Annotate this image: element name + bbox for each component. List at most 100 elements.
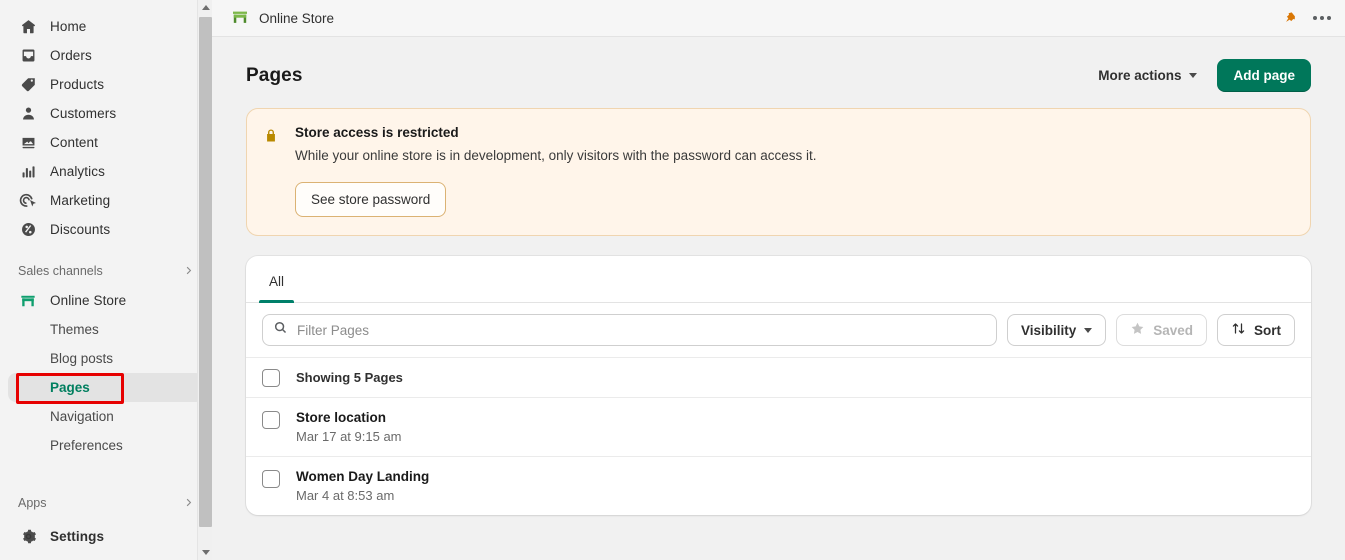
select-all-checkbox[interactable] <box>262 369 280 388</box>
topbar-title: Online Store <box>259 10 335 26</box>
banner-body: Store access is restricted While your on… <box>295 125 817 218</box>
main-area: Online Store Pages More actions Add page <box>212 0 1345 560</box>
sidebar-item-label: Blog posts <box>50 351 114 366</box>
sidebar-item-discounts[interactable]: Discounts <box>8 215 204 244</box>
sidebar-item-blog-posts[interactable]: Blog posts <box>8 344 204 373</box>
tab-all[interactable]: All <box>259 274 295 304</box>
sort-arrows-icon <box>1231 321 1246 339</box>
row-content: Women Day Landing Mar 4 at 8:53 am <box>296 469 429 503</box>
sidebar-item-marketing[interactable]: Marketing <box>8 186 204 215</box>
app-root: Home Orders Products Customers Content A… <box>0 0 1345 560</box>
gear-icon <box>18 527 38 547</box>
page-content: Pages More actions Add page Store access… <box>212 37 1345 560</box>
row-date: Mar 17 at 9:15 am <box>296 429 402 445</box>
sidebar-item-themes[interactable]: Themes <box>8 315 204 344</box>
content-image-icon <box>18 133 38 153</box>
search-icon <box>273 320 288 340</box>
search-field[interactable] <box>262 314 997 347</box>
filter-bar: Visibility Saved Sort <box>246 303 1311 357</box>
chevron-right-icon <box>183 497 194 510</box>
analytics-bars-icon <box>18 162 38 182</box>
sidebar-item-content[interactable]: Content <box>8 128 204 157</box>
table-row[interactable]: Store location Mar 17 at 9:15 am <box>246 397 1311 456</box>
sidebar-item-label: Content <box>50 135 98 150</box>
star-icon <box>1130 321 1145 339</box>
sidebar-item-label: Orders <box>50 48 92 63</box>
scroll-down-arrow-icon[interactable] <box>198 545 213 560</box>
lock-icon <box>263 125 283 217</box>
page-header: Pages More actions Add page <box>228 37 1329 108</box>
pages-card: All Visibility <box>246 256 1311 516</box>
sidebar-item-label: Analytics <box>50 164 105 179</box>
more-actions-label: More actions <box>1098 68 1182 83</box>
sidebar-item-customers[interactable]: Customers <box>8 99 204 128</box>
sidebar-item-label: Online Store <box>50 293 127 308</box>
topbar: Online Store <box>212 0 1345 37</box>
sidebar-item-preferences[interactable]: Preferences <box>8 431 204 460</box>
sidebar-section-label: Sales channels <box>18 264 103 278</box>
saved-label: Saved <box>1153 322 1193 338</box>
sidebar-item-label: Marketing <box>50 193 111 208</box>
discounts-percent-icon <box>18 220 38 240</box>
sidebar-item-label: Discounts <box>50 222 111 237</box>
row-checkbox[interactable] <box>262 411 280 430</box>
banner-title: Store access is restricted <box>295 125 459 140</box>
table-row[interactable]: Women Day Landing Mar 4 at 8:53 am <box>246 456 1311 515</box>
row-title: Store location <box>296 410 387 426</box>
sidebar-item-online-store[interactable]: Online Store <box>8 286 204 315</box>
sidebar-item-pages[interactable]: Pages <box>8 373 204 402</box>
showing-count-label: Showing 5 Pages <box>296 370 403 386</box>
sidebar-item-label: Settings <box>50 529 105 544</box>
scrollbar-thumb[interactable] <box>199 17 212 527</box>
select-all-row: Showing 5 Pages <box>246 357 1311 397</box>
sidebar-item-label: Products <box>50 77 105 92</box>
banner-text: While your online store is in developmen… <box>295 148 817 163</box>
more-actions-button[interactable]: More actions <box>1088 61 1207 90</box>
row-title: Women Day Landing <box>296 469 430 485</box>
sidebar-item-label: Navigation <box>50 409 114 424</box>
sidebar-item-orders[interactable]: Orders <box>8 41 204 70</box>
sidebar-section-apps[interactable]: Apps <box>8 490 204 516</box>
chevron-down-icon <box>1084 327 1093 333</box>
storefront-icon <box>18 291 38 311</box>
row-content: Store location Mar 17 at 9:15 am <box>296 410 402 444</box>
storefront-icon <box>230 8 250 28</box>
customers-person-icon <box>18 104 38 124</box>
sidebar-item-analytics[interactable]: Analytics <box>8 157 204 186</box>
visibility-label: Visibility <box>1020 322 1077 338</box>
sidebar-item-label: Home <box>50 19 87 34</box>
sidebar-item-label: Pages <box>50 380 90 395</box>
sort-button[interactable]: Sort <box>1217 314 1295 347</box>
sidebar-section-label: Apps <box>18 496 47 510</box>
tab-bar: All <box>246 256 1311 304</box>
saved-button[interactable]: Saved <box>1116 314 1207 347</box>
tab-label: All <box>269 274 285 290</box>
chevron-right-icon <box>183 265 194 278</box>
sidebar-scrollbar[interactable] <box>197 0 212 560</box>
sidebar-section-sales-channels[interactable]: Sales channels <box>8 258 204 284</box>
sidebar-item-home[interactable]: Home <box>8 12 204 41</box>
ellipsis-icon[interactable] <box>1311 10 1333 26</box>
search-input[interactable] <box>297 322 986 338</box>
marketing-target-icon <box>18 191 38 211</box>
sidebar-item-products[interactable]: Products <box>8 70 204 99</box>
sidebar-item-label: Preferences <box>50 438 123 453</box>
page-title: Pages <box>246 64 303 86</box>
sidebar-item-label: Customers <box>50 106 117 121</box>
sort-label: Sort <box>1254 322 1281 338</box>
orders-icon <box>18 46 38 66</box>
row-checkbox[interactable] <box>262 470 280 489</box>
store-access-banner: Store access is restricted While your on… <box>246 108 1311 237</box>
add-page-button[interactable]: Add page <box>1217 59 1311 92</box>
sidebar-item-label: Themes <box>50 322 99 337</box>
sidebar-item-navigation[interactable]: Navigation <box>8 402 204 431</box>
sidebar-item-settings[interactable]: Settings <box>8 522 204 551</box>
products-tag-icon <box>18 75 38 95</box>
row-date: Mar 4 at 8:53 am <box>296 488 395 504</box>
see-store-password-button[interactable]: See store password <box>295 182 447 218</box>
scroll-up-arrow-icon[interactable] <box>198 0 213 15</box>
visibility-filter-button[interactable]: Visibility <box>1006 314 1107 347</box>
home-icon <box>18 17 38 37</box>
pin-icon[interactable] <box>1283 10 1297 26</box>
sidebar: Home Orders Products Customers Content A… <box>0 0 212 560</box>
